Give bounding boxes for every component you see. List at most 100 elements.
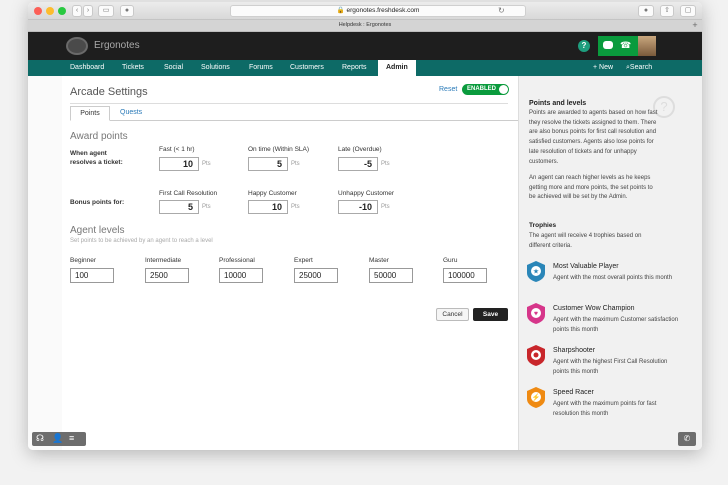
page-title: Arcade Settings bbox=[70, 86, 148, 98]
nav-dashboard[interactable]: Dashboard bbox=[70, 60, 104, 76]
nav-admin[interactable]: Admin bbox=[378, 60, 416, 76]
level-intermediate-label: Intermediate bbox=[145, 257, 182, 264]
app-header: Ergonotes ? ☎ bbox=[28, 32, 702, 60]
level-expert-label: Expert bbox=[294, 257, 313, 264]
level-guru-input[interactable]: 100000 bbox=[443, 268, 487, 283]
address-bar[interactable]: 🔒 ergonotes.freshdesk.com bbox=[230, 5, 526, 17]
help-icon[interactable]: ? bbox=[578, 40, 590, 52]
tab-points[interactable]: Points bbox=[70, 106, 110, 121]
first-call-label: First Call Resolution bbox=[159, 190, 218, 197]
browser-toolbar: ‹ › ▭ ● 🔒 ergonotes.freshdesk.com ↻ ● ⇧ … bbox=[28, 2, 702, 20]
level-intermediate-input[interactable]: 2500 bbox=[145, 268, 189, 283]
speed-racer-trophy-icon: ⚡ bbox=[527, 387, 545, 408]
pts-unit: Pts bbox=[381, 204, 390, 210]
reset-link[interactable]: Reset bbox=[439, 86, 457, 93]
late-points-input[interactable]: -5 bbox=[338, 157, 378, 171]
sidebar-paragraph-2: An agent can reach higher levels as he k… bbox=[529, 175, 653, 201]
toggle-label: ENABLED bbox=[467, 86, 497, 92]
brand-name: Ergonotes bbox=[94, 40, 140, 51]
svg-text:⚡: ⚡ bbox=[532, 393, 541, 402]
nav-social[interactable]: Social bbox=[164, 60, 183, 76]
level-beginner-label: Beginner bbox=[70, 257, 97, 264]
help-sidebar: Points and levels ? Points are awarded t… bbox=[518, 76, 702, 450]
trophy-mvp-desc: Agent with the most overall points this … bbox=[553, 275, 673, 281]
close-window-icon[interactable] bbox=[34, 7, 42, 15]
sharpshooter-trophy-icon bbox=[527, 345, 545, 366]
pts-unit: Pts bbox=[291, 204, 300, 210]
on-time-points-input[interactable]: 5 bbox=[248, 157, 288, 171]
trophies-intro: The agent will receive 4 trophies based … bbox=[529, 233, 642, 249]
pts-unit: Pts bbox=[381, 161, 390, 167]
level-beginner-input[interactable]: 100 bbox=[70, 268, 114, 283]
trophy-speed-racer-desc: Agent with the maximum points for fast r… bbox=[553, 401, 657, 417]
happy-customer-label: Happy Customer bbox=[248, 190, 297, 197]
nav-reports[interactable]: Reports bbox=[342, 60, 367, 76]
mvp-trophy-icon: ★ bbox=[527, 261, 545, 282]
trophy-sharpshooter-desc: Agent with the highest First Call Resolu… bbox=[553, 359, 668, 375]
trophies-heading: Trophies bbox=[529, 222, 557, 229]
tab-quests[interactable]: Quests bbox=[120, 109, 142, 116]
nav-forums[interactable]: Forums bbox=[249, 60, 273, 76]
title-divider bbox=[70, 103, 508, 104]
tabs-overview-icon[interactable]: ▢ bbox=[680, 5, 696, 17]
search-label: Search bbox=[629, 64, 653, 71]
happy-customer-points-input[interactable]: 10 bbox=[248, 200, 288, 214]
main-nav: Dashboard Tickets Social Solutions Forum… bbox=[28, 60, 702, 76]
on-time-label: On time (Within SLA) bbox=[248, 146, 310, 153]
award-points-heading: Award points bbox=[70, 131, 128, 142]
privacy-icon[interactable]: ● bbox=[120, 5, 134, 17]
arcade-settings-form: Arcade Settings Reset ENABLED Points Que… bbox=[28, 76, 518, 450]
chat-icon[interactable] bbox=[603, 41, 613, 49]
new-tab-icon[interactable]: + bbox=[690, 21, 700, 31]
cancel-button[interactable]: Cancel bbox=[436, 308, 469, 321]
share-icon[interactable]: ⇧ bbox=[660, 5, 674, 17]
sidebar-toggle-icon[interactable]: ▭ bbox=[98, 5, 114, 17]
first-call-points-input[interactable]: 5 bbox=[159, 200, 199, 214]
search-button[interactable]: ⌕ Search bbox=[626, 60, 652, 76]
reload-icon[interactable]: ↻ bbox=[498, 6, 505, 15]
new-button[interactable]: + New bbox=[593, 60, 613, 76]
trophy-wow-desc: Agent with the maximum Customer satisfac… bbox=[553, 317, 679, 333]
tab-title: Helpdesk : Ergonotes bbox=[338, 22, 392, 28]
minimize-window-icon[interactable] bbox=[46, 7, 54, 15]
pts-unit: Pts bbox=[291, 161, 300, 167]
phone-dock-icon[interactable]: ✆ bbox=[678, 432, 696, 446]
late-label: Late (Overdue) bbox=[338, 146, 382, 153]
menu-icon[interactable]: ≡ bbox=[69, 433, 74, 443]
bottom-bar: ☊ 👤 ≡ ✆ bbox=[28, 430, 702, 450]
level-guru-label: Guru bbox=[443, 257, 458, 264]
wow-champion-trophy-icon: ♥ bbox=[527, 303, 545, 324]
sidebar-paragraph-1: Points are awarded to agents based on ho… bbox=[529, 110, 658, 165]
fast-points-input[interactable]: 10 bbox=[159, 157, 199, 171]
resolve-label: When agent resolves a ticket: bbox=[70, 150, 123, 166]
trophy-speed-racer-name: Speed Racer bbox=[553, 389, 594, 396]
trophy-sharpshooter-name: Sharpshooter bbox=[553, 347, 596, 354]
trophy-wow-name: Customer Wow Champion bbox=[553, 305, 635, 312]
url-text: ergonotes.freshdesk.com bbox=[346, 7, 420, 14]
unhappy-customer-points-input[interactable]: -10 bbox=[338, 200, 378, 214]
level-professional-input[interactable]: 10000 bbox=[219, 268, 263, 283]
sidebar-heading: Points and levels bbox=[529, 100, 587, 107]
phone-icon[interactable]: ☎ bbox=[620, 40, 631, 51]
fast-label: Fast (< 1 hr) bbox=[159, 146, 195, 153]
user-icon[interactable]: 👤 bbox=[52, 433, 63, 444]
nav-tickets[interactable]: Tickets bbox=[122, 60, 144, 76]
nav-customers[interactable]: Customers bbox=[290, 60, 324, 76]
level-master-input[interactable]: 50000 bbox=[369, 268, 413, 283]
level-master-label: Master bbox=[369, 257, 389, 264]
avatar[interactable] bbox=[638, 36, 656, 56]
level-expert-input[interactable]: 25000 bbox=[294, 268, 338, 283]
extension-icon[interactable]: ● bbox=[638, 5, 654, 17]
browser-tab[interactable]: Helpdesk : Ergonotes + bbox=[28, 20, 702, 32]
toggle-knob bbox=[499, 85, 508, 94]
headset-icon[interactable]: ☊ bbox=[36, 433, 44, 444]
save-button[interactable]: Save bbox=[473, 308, 508, 321]
brand-logo[interactable] bbox=[66, 37, 88, 55]
nav-solutions[interactable]: Solutions bbox=[201, 60, 230, 76]
back-icon[interactable]: ‹ bbox=[72, 5, 82, 17]
level-professional-label: Professional bbox=[219, 257, 255, 264]
svg-text:★: ★ bbox=[533, 268, 539, 276]
enabled-toggle[interactable]: ENABLED bbox=[462, 84, 509, 95]
zoom-window-icon[interactable] bbox=[58, 7, 66, 15]
forward-icon[interactable]: › bbox=[83, 5, 93, 17]
